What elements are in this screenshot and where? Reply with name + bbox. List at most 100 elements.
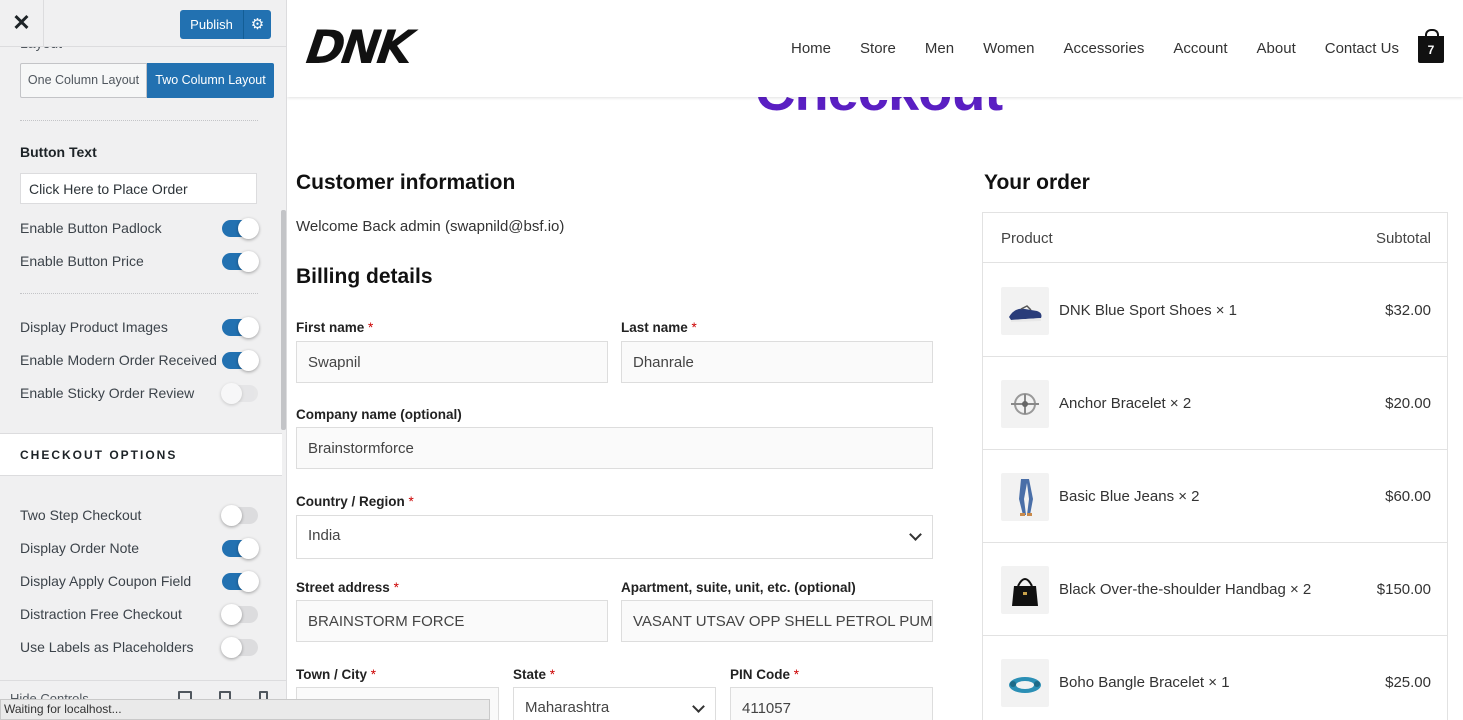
site-header: DNK Home Store Men Women Accessories Acc… (287, 0, 1463, 97)
product-price: $20.00 (1385, 395, 1431, 412)
site-logo[interactable]: DNK (303, 20, 414, 74)
company-label: Company name (optional) (296, 407, 462, 422)
apply-coupon-toggle[interactable] (222, 571, 259, 592)
product-name: Anchor Bracelet × 2 (1059, 395, 1192, 412)
modern-order-received-toggle[interactable] (222, 350, 259, 371)
column-product: Product (1001, 230, 1053, 247)
divider (20, 120, 258, 121)
state-label: State * (513, 667, 556, 682)
two-column-layout-button[interactable]: Two Column Layout (147, 63, 274, 98)
customizer-sidebar: ✕ Publish ⚙ Layout One Column Layout Two… (0, 0, 287, 720)
chevron-down-icon (692, 700, 705, 713)
table-row: Anchor Bracelet × 2 $20.00 (983, 357, 1447, 450)
table-row: DNK Blue Sport Shoes × 1 $32.00 (983, 264, 1447, 357)
product-name: Basic Blue Jeans × 2 (1059, 488, 1200, 505)
billing-heading: Billing details (296, 265, 433, 288)
distraction-free-toggle[interactable] (221, 604, 258, 625)
section-title: CHECKOUT OPTIONS (20, 448, 178, 462)
company-input[interactable] (296, 427, 933, 469)
toggle-label: Enable Button Padlock (20, 220, 162, 236)
sidebar-scrollbar[interactable] (281, 210, 286, 430)
gear-icon[interactable]: ⚙ (243, 10, 271, 39)
last-name-label: Last name * (621, 320, 697, 335)
nav-women[interactable]: Women (983, 40, 1034, 57)
town-label: Town / City * (296, 667, 377, 682)
product-name: Black Over-the-shoulder Handbag × 2 (1059, 581, 1312, 598)
apartment-input[interactable] (621, 600, 933, 642)
nav-account[interactable]: Account (1173, 40, 1227, 57)
two-step-checkout-toggle[interactable] (221, 505, 258, 526)
first-name-input[interactable] (296, 341, 608, 383)
customizer-panel: Layout One Column Layout Two Column Layo… (0, 35, 282, 720)
toggle-row-order-note: Display Order Note (20, 538, 260, 560)
sticky-order-review-toggle[interactable] (221, 383, 258, 404)
product-image (1001, 287, 1049, 335)
nav-accessories[interactable]: Accessories (1063, 40, 1144, 57)
product-name: DNK Blue Sport Shoes × 1 (1059, 302, 1238, 319)
product-price: $60.00 (1385, 488, 1431, 505)
toggle-row-two-step-checkout: Two Step Checkout (20, 505, 260, 527)
button-text-input[interactable] (20, 173, 257, 204)
checkout-options-section[interactable]: CHECKOUT OPTIONS (0, 433, 282, 476)
toggle-label: Use Labels as Placeholders (20, 639, 194, 655)
main-nav: Home Store Men Women Accessories Account… (791, 40, 1428, 57)
nav-men[interactable]: Men (925, 40, 954, 57)
nav-store[interactable]: Store (860, 40, 896, 57)
toggle-label: Enable Sticky Order Review (20, 385, 195, 401)
product-image (1001, 473, 1049, 521)
product-image (1001, 380, 1049, 428)
toggle-row-distraction-free: Distraction Free Checkout (20, 604, 260, 626)
state-select[interactable]: Maharashtra (513, 687, 716, 720)
chevron-down-icon (909, 528, 922, 541)
apartment-label: Apartment, suite, unit, etc. (optional) (621, 580, 856, 595)
product-price: $150.00 (1376, 581, 1431, 598)
your-order-heading: Your order (984, 171, 1090, 194)
order-table-header: Product Subtotal (983, 213, 1447, 263)
first-name-label: First name * (296, 320, 374, 335)
nav-contact-us[interactable]: Contact Us (1325, 40, 1399, 57)
street-input[interactable] (296, 600, 608, 642)
nav-about[interactable]: About (1257, 40, 1296, 57)
toggle-row-button-price: Enable Button Price (20, 251, 260, 273)
table-row: Black Over-the-shoulder Handbag × 2 $150… (983, 543, 1447, 636)
toggle-label: Display Product Images (20, 319, 168, 335)
street-label: Street address * (296, 580, 399, 595)
toggle-label: Display Order Note (20, 540, 140, 556)
toggle-row-product-images: Display Product Images (20, 317, 260, 339)
product-price: $25.00 (1385, 674, 1431, 691)
toggle-label: Enable Modern Order Received (20, 352, 217, 368)
toggle-label: Enable Button Price (20, 253, 144, 269)
column-subtotal: Subtotal (1375, 230, 1431, 247)
order-review-table: Product Subtotal DNK Blue Sport Shoes × … (982, 212, 1448, 720)
table-row: Basic Blue Jeans × 2 $60.00 (983, 450, 1447, 543)
product-image (1001, 566, 1049, 614)
publish-button[interactable]: Publish (180, 10, 243, 39)
product-name: Boho Bangle Bracelet × 1 (1059, 674, 1230, 691)
country-select[interactable]: India (296, 515, 933, 559)
pin-label: PIN Code * (730, 667, 800, 682)
labels-as-placeholders-toggle[interactable] (221, 637, 258, 658)
last-name-input[interactable] (621, 341, 933, 383)
toggle-label: Display Apply Coupon Field (20, 573, 192, 589)
button-price-toggle[interactable] (222, 251, 259, 272)
one-column-layout-button[interactable]: One Column Layout (20, 63, 147, 98)
button-text-heading: Button Text (20, 144, 97, 160)
site-preview: DNK Home Store Men Women Accessories Acc… (287, 0, 1463, 720)
product-images-toggle[interactable] (222, 317, 259, 338)
nav-home[interactable]: Home (791, 40, 831, 57)
pin-input[interactable] (730, 687, 933, 720)
toggle-row-modern-order-received: Enable Modern Order Received (20, 350, 260, 372)
toggle-label: Distraction Free Checkout (20, 606, 182, 622)
cart-icon[interactable]: 7 (1418, 29, 1444, 63)
toggle-row-button-padlock: Enable Button Padlock (20, 218, 260, 240)
country-label: Country / Region * (296, 494, 414, 509)
order-note-toggle[interactable] (222, 538, 259, 559)
toggle-row-sticky-order-review: Enable Sticky Order Review (20, 383, 260, 405)
welcome-text: Welcome Back admin (swapnild@bsf.io) (296, 218, 565, 235)
table-row: Boho Bangle Bracelet × 1 $25.00 (983, 636, 1447, 720)
close-icon[interactable]: ✕ (0, 0, 44, 46)
button-padlock-toggle[interactable] (222, 218, 259, 239)
customizer-header: ✕ Publish ⚙ (0, 0, 286, 47)
browser-status-bar: Waiting for localhost... (0, 699, 490, 720)
toggle-row-apply-coupon: Display Apply Coupon Field (20, 571, 260, 593)
